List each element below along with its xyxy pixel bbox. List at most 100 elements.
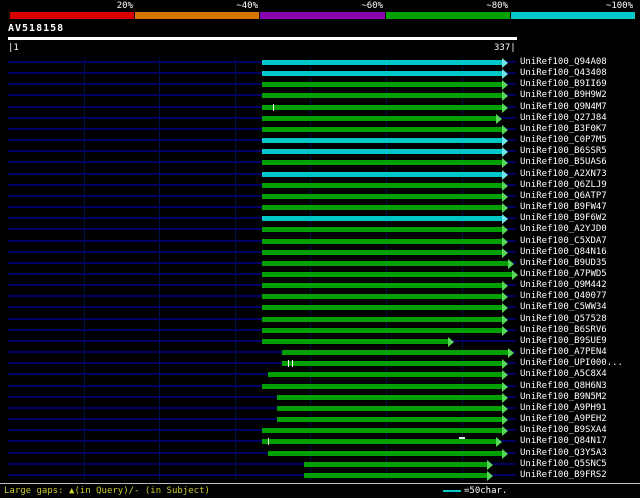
hit-label[interactable]: UniRef100_B9SXA4 bbox=[520, 425, 607, 436]
hit-arrowhead-icon[interactable] bbox=[502, 214, 509, 225]
hit-arrowhead-icon[interactable] bbox=[448, 336, 454, 347]
hit-bar[interactable] bbox=[262, 439, 497, 445]
hit-arrowhead-icon[interactable] bbox=[502, 303, 509, 314]
hit-bar[interactable] bbox=[262, 383, 503, 389]
hit-label[interactable]: UniRef100_B9SUE9 bbox=[520, 336, 607, 347]
hit-arrowhead-icon[interactable] bbox=[502, 169, 509, 180]
hit-bar[interactable] bbox=[262, 260, 509, 266]
hit-bar[interactable] bbox=[277, 417, 503, 423]
hit-arrowhead-icon[interactable] bbox=[496, 437, 503, 448]
hit-arrowhead-icon[interactable] bbox=[502, 147, 509, 158]
hit-label[interactable]: UniRef100_Q3Y5A3 bbox=[520, 448, 607, 459]
hit-bar[interactable] bbox=[304, 461, 488, 467]
hit-bar[interactable] bbox=[277, 394, 503, 400]
hit-arrowhead-icon[interactable] bbox=[502, 247, 509, 258]
hit-label[interactable]: UniRef100_Q40077 bbox=[520, 291, 607, 302]
hit-bar[interactable] bbox=[262, 182, 503, 188]
hit-label[interactable]: UniRef100_Q6ATP7 bbox=[520, 191, 607, 202]
hit-label[interactable]: UniRef100_A9PH91 bbox=[520, 403, 607, 414]
hit-label[interactable]: UniRef100_Q84N17 bbox=[520, 436, 607, 447]
hit-arrowhead-icon[interactable] bbox=[502, 359, 509, 370]
hit-bar[interactable] bbox=[262, 71, 503, 77]
hit-arrowhead-icon[interactable] bbox=[502, 392, 509, 403]
hit-label[interactable]: UniRef100_Q94A08 bbox=[520, 57, 607, 68]
hit-arrowhead-icon[interactable] bbox=[502, 292, 509, 303]
hit-arrowhead-icon[interactable] bbox=[502, 325, 509, 336]
hit-label[interactable]: UniRef100_A2XN73 bbox=[520, 169, 607, 180]
hit-label[interactable]: UniRef100_B6SRV6 bbox=[520, 325, 607, 336]
hit-bar[interactable] bbox=[262, 126, 503, 132]
hit-arrowhead-icon[interactable] bbox=[502, 124, 509, 135]
hit-label[interactable]: UniRef100_B9FRS2 bbox=[520, 470, 607, 481]
hit-arrowhead-icon[interactable] bbox=[502, 69, 509, 80]
hit-bar[interactable] bbox=[262, 205, 503, 211]
hit-bar[interactable] bbox=[262, 249, 503, 255]
hit-label[interactable]: UniRef100_Q9M442 bbox=[520, 280, 607, 291]
hit-arrowhead-icon[interactable] bbox=[502, 203, 509, 214]
hit-arrowhead-icon[interactable] bbox=[502, 381, 509, 392]
hit-bar[interactable] bbox=[262, 138, 503, 144]
hit-arrowhead-icon[interactable] bbox=[502, 180, 509, 191]
hit-arrowhead-icon[interactable] bbox=[502, 58, 509, 68]
hit-bar[interactable] bbox=[262, 193, 503, 199]
hit-label[interactable]: UniRef100_Q5SNC5 bbox=[520, 459, 607, 470]
hit-bar[interactable] bbox=[262, 294, 503, 300]
hit-label[interactable]: UniRef100_B9F6W2 bbox=[520, 213, 607, 224]
hit-arrowhead-icon[interactable] bbox=[502, 80, 509, 91]
hit-arrowhead-icon[interactable] bbox=[502, 281, 509, 292]
hit-label[interactable]: UniRef100_B9N5M2 bbox=[520, 392, 607, 403]
hit-arrowhead-icon[interactable] bbox=[502, 403, 509, 414]
hit-label[interactable]: UniRef100_A9PEH2 bbox=[520, 414, 607, 425]
hit-bar[interactable] bbox=[262, 149, 503, 155]
hit-label[interactable]: UniRef100_Q6ZLJ9 bbox=[520, 180, 607, 191]
hit-label[interactable]: UniRef100_B9H9W2 bbox=[520, 90, 607, 101]
hit-arrowhead-icon[interactable] bbox=[502, 415, 509, 426]
hit-bar[interactable] bbox=[262, 238, 503, 244]
hit-label[interactable]: UniRef100_A7PWD5 bbox=[520, 269, 607, 280]
hit-arrowhead-icon[interactable] bbox=[502, 448, 509, 459]
hit-arrowhead-icon[interactable] bbox=[502, 236, 509, 247]
hit-arrowhead-icon[interactable] bbox=[508, 258, 515, 269]
hit-label[interactable]: UniRef100_B6SSR5 bbox=[520, 146, 607, 157]
hit-arrowhead-icon[interactable] bbox=[487, 459, 494, 470]
hit-arrowhead-icon[interactable] bbox=[502, 102, 509, 113]
hit-bar[interactable] bbox=[262, 272, 512, 277]
hit-label[interactable]: UniRef100_B9UD35 bbox=[520, 258, 607, 269]
hit-label[interactable]: UniRef100_A2YJD0 bbox=[520, 224, 607, 235]
hit-bar[interactable] bbox=[262, 104, 503, 110]
hit-arrowhead-icon[interactable] bbox=[502, 225, 509, 236]
hit-label[interactable]: UniRef100_A7PEN4 bbox=[520, 347, 607, 358]
hit-bar[interactable] bbox=[268, 372, 503, 378]
hit-bar[interactable] bbox=[268, 450, 503, 456]
hit-arrowhead-icon[interactable] bbox=[502, 136, 509, 147]
hit-label[interactable]: UniRef100_Q57528 bbox=[520, 314, 607, 325]
hit-label[interactable]: UniRef100_C5WW34 bbox=[520, 302, 607, 313]
hit-bar[interactable] bbox=[262, 283, 503, 289]
hit-label[interactable]: UniRef100_A5C8X4 bbox=[520, 369, 607, 380]
hit-bar[interactable] bbox=[304, 472, 488, 478]
hit-bar[interactable] bbox=[262, 216, 503, 222]
hit-label[interactable]: UniRef100_Q27J84 bbox=[520, 113, 607, 124]
hit-bar[interactable] bbox=[281, 361, 503, 367]
hit-arrowhead-icon[interactable] bbox=[508, 348, 515, 359]
hit-arrowhead-icon[interactable] bbox=[511, 270, 518, 280]
hit-bar[interactable] bbox=[262, 428, 503, 434]
hit-bar[interactable] bbox=[262, 338, 448, 344]
hit-bar[interactable] bbox=[262, 60, 503, 65]
hit-label[interactable]: UniRef100_B3F0K7 bbox=[520, 124, 607, 135]
hit-bar[interactable] bbox=[281, 350, 509, 356]
hit-arrowhead-icon[interactable] bbox=[502, 314, 509, 325]
hit-arrowhead-icon[interactable] bbox=[502, 91, 509, 102]
hit-label[interactable]: UniRef100_C5XDA7 bbox=[520, 236, 607, 247]
hit-label[interactable]: UniRef100_C0P7M5 bbox=[520, 135, 607, 146]
hit-bar[interactable] bbox=[262, 115, 497, 121]
hit-bar[interactable] bbox=[262, 227, 503, 233]
hit-bar[interactable] bbox=[262, 171, 503, 177]
hit-bar[interactable] bbox=[262, 82, 503, 88]
hit-label[interactable]: UniRef100_Q84N16 bbox=[520, 247, 607, 258]
hit-bar[interactable] bbox=[262, 93, 503, 99]
hit-label[interactable]: UniRef100_UPI000... bbox=[520, 358, 623, 369]
hit-arrowhead-icon[interactable] bbox=[496, 113, 503, 124]
hit-label[interactable]: UniRef100_Q8H6N3 bbox=[520, 381, 607, 392]
hit-arrowhead-icon[interactable] bbox=[502, 426, 509, 437]
